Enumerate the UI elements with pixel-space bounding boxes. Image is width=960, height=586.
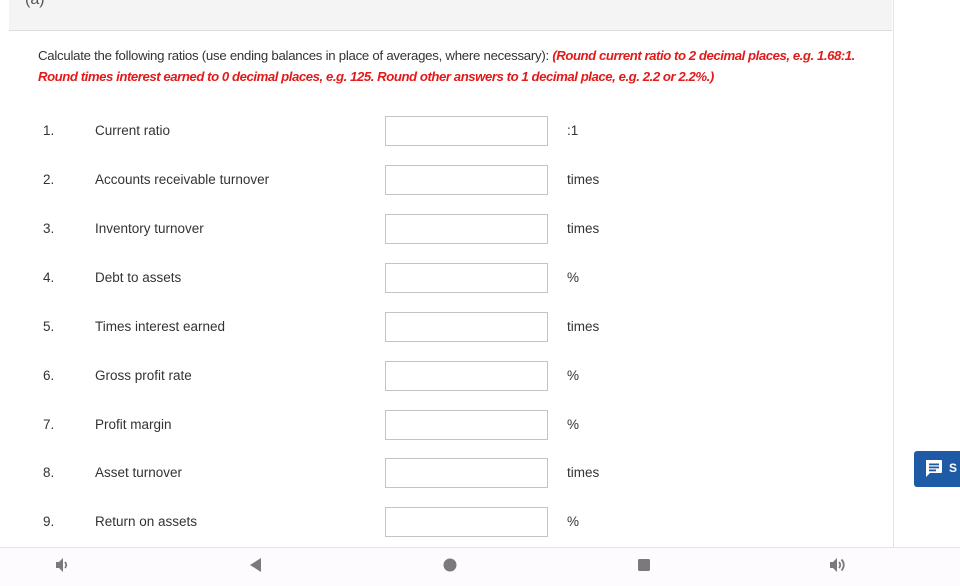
ratio-unit: %	[567, 417, 580, 432]
android-nav-bar	[0, 547, 960, 586]
instructions-text: Calculate the following ratios (use endi…	[38, 48, 553, 63]
ratio-unit: %	[567, 270, 580, 285]
ratio-row-current-ratio: 1. Current ratio :1	[9, 116, 892, 146]
home-icon[interactable]	[437, 555, 463, 579]
inventory-turnover-input[interactable]	[385, 214, 548, 244]
ratio-label: Asset turnover	[95, 465, 183, 480]
ratio-unit: :1	[567, 123, 579, 138]
ratio-unit: times	[567, 172, 600, 187]
ratio-label: Accounts receivable turnover	[95, 172, 270, 187]
part-label: (a)	[25, 0, 45, 9]
ratio-unit: times	[567, 465, 600, 480]
chat-icon	[924, 459, 943, 483]
debt-to-assets-input[interactable]	[385, 263, 548, 293]
ratio-row-inventory-turnover: 3. Inventory turnover times	[9, 214, 892, 244]
ratio-number: 7.	[43, 417, 55, 432]
chat-label: S	[949, 461, 958, 475]
volume-down-icon[interactable]	[49, 555, 75, 579]
ratio-label: Current ratio	[95, 123, 171, 138]
ratio-row-asset-turnover: 8. Asset turnover times	[9, 458, 892, 488]
volume-up-icon[interactable]	[825, 555, 851, 579]
ratio-number: 1.	[43, 123, 55, 138]
return-on-assets-input[interactable]	[385, 507, 548, 537]
ratio-unit: %	[567, 368, 580, 383]
ratio-number: 5.	[43, 319, 55, 334]
ratio-number: 2.	[43, 172, 55, 187]
ratio-number: 9.	[43, 514, 55, 529]
ratio-unit: times	[567, 319, 600, 334]
chat-button[interactable]: S	[914, 451, 960, 487]
ratio-label: Times interest earned	[95, 319, 226, 334]
ratio-label: Profit margin	[95, 417, 172, 432]
ratio-row-times-interest-earned: 5. Times interest earned times	[9, 312, 892, 342]
ratio-row-accounts-receivable-turnover: 2. Accounts receivable turnover times	[9, 165, 892, 195]
ratio-row-profit-margin: 7. Profit margin %	[9, 410, 892, 440]
ratio-row-gross-profit-rate: 6. Gross profit rate %	[9, 361, 892, 391]
ratio-label: Gross profit rate	[95, 368, 192, 383]
ratio-number: 8.	[43, 465, 55, 480]
ratio-number: 6.	[43, 368, 55, 383]
ratio-row-debt-to-assets: 4. Debt to assets %	[9, 263, 892, 293]
ratio-unit: %	[567, 514, 580, 529]
question-card: (a) Calculate the following ratios (use …	[9, 0, 892, 547]
current-ratio-input[interactable]	[385, 116, 548, 146]
back-icon[interactable]	[243, 555, 269, 579]
ratio-label: Inventory turnover	[95, 221, 204, 236]
asset-turnover-input[interactable]	[385, 458, 548, 488]
times-interest-earned-input[interactable]	[385, 312, 548, 342]
ratio-label: Return on assets	[95, 514, 198, 529]
ratio-number: 3.	[43, 221, 55, 236]
accounts-receivable-turnover-input[interactable]	[385, 165, 548, 195]
gross-profit-rate-input[interactable]	[385, 361, 548, 391]
profit-margin-input[interactable]	[385, 410, 548, 440]
ratio-row-return-on-assets: 9. Return on assets %	[9, 507, 892, 537]
instructions: Calculate the following ratios (use endi…	[38, 45, 878, 87]
part-header: (a)	[9, 0, 892, 31]
ratio-unit: times	[567, 221, 600, 236]
recents-icon[interactable]	[631, 555, 657, 579]
ratio-number: 4.	[43, 270, 55, 285]
ratio-label: Debt to assets	[95, 270, 182, 285]
